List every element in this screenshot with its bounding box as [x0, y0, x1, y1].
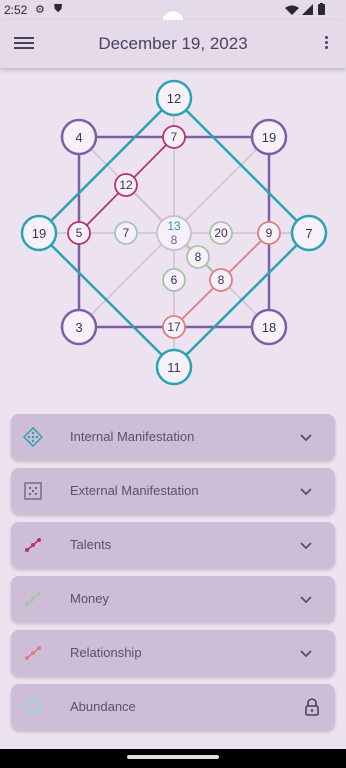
card-internal-manifestation[interactable]: Internal Manifestation: [11, 414, 335, 460]
page-title[interactable]: December 19, 2023: [60, 34, 286, 54]
chevron-down-icon[interactable]: [299, 430, 313, 444]
money-line-icon: [25, 592, 41, 606]
chevron-down-icon[interactable]: [299, 484, 313, 498]
card-label: Talents: [70, 537, 112, 552]
lock-icon[interactable]: [304, 697, 320, 717]
shield-icon: ⛊: [54, 3, 63, 15]
destiny-matrix-diagram: 12 11 19 7 4 19 3 18 7 12 5 7 9 20 17 8 …: [20, 79, 328, 386]
app-bar: December 19, 2023: [0, 20, 346, 68]
node-label-center-a: 8: [195, 250, 202, 264]
node-label-bottom-left: 3: [75, 320, 82, 335]
signal-icon: [302, 4, 313, 15]
battery-icon: [318, 3, 325, 15]
chevron-down-icon[interactable]: [299, 592, 313, 606]
square-dots-icon: [24, 482, 42, 500]
home-gesture-handle[interactable]: [127, 755, 219, 759]
card-label: Money: [70, 591, 110, 606]
node-label-left: 19: [32, 226, 46, 241]
node-label-center-bottom: 8: [171, 233, 178, 247]
node-label-top-left: 4: [75, 130, 82, 145]
card-external-manifestation[interactable]: External Manifestation: [11, 468, 335, 514]
card-relationship[interactable]: Relationship: [11, 630, 335, 676]
node-label-center-top: 13: [167, 219, 181, 233]
node-label-inner-top-mid: 12: [119, 178, 133, 192]
card-label: Internal Manifestation: [70, 429, 195, 444]
more-options-icon[interactable]: [318, 34, 334, 54]
chevron-down-icon[interactable]: [299, 646, 313, 660]
node-label-bottom-right: 18: [262, 320, 276, 335]
relationship-line-icon: [25, 646, 41, 660]
card-money[interactable]: Money: [11, 576, 335, 622]
node-label-inner-right-mid: 20: [214, 226, 228, 240]
wifi-icon: [285, 5, 299, 15]
node-label-inner-left: 5: [76, 226, 83, 240]
system-nav-bar: [0, 749, 346, 768]
card-talents[interactable]: Talents: [11, 522, 335, 568]
card-label: External Manifestation: [70, 483, 199, 498]
diamond-dots-icon: [23, 427, 43, 447]
node-label-bottom: 11: [167, 360, 181, 375]
card-label: Relationship: [70, 645, 142, 660]
settings-icon: ⚙: [35, 4, 45, 16]
node-label-center-c: 8: [218, 273, 225, 287]
card-abundance[interactable]: Abundance: [11, 684, 335, 730]
node-label-inner-right: 9: [266, 226, 273, 240]
menu-icon[interactable]: [14, 34, 34, 54]
ring-icon: [24, 698, 42, 716]
status-time: 2:52: [4, 3, 28, 17]
node-label-inner-left-mid: 7: [123, 226, 130, 240]
card-label: Abundance: [70, 699, 136, 714]
node-label-right: 7: [305, 226, 312, 241]
node-label-inner-top: 7: [171, 130, 178, 144]
chevron-down-icon[interactable]: [299, 538, 313, 552]
node-label-top-right: 19: [262, 130, 276, 145]
talents-line-icon: [25, 538, 41, 552]
node-label-center-b: 6: [171, 273, 178, 287]
node-label-top: 12: [167, 91, 181, 106]
node-label-inner-bottom: 17: [167, 320, 181, 334]
